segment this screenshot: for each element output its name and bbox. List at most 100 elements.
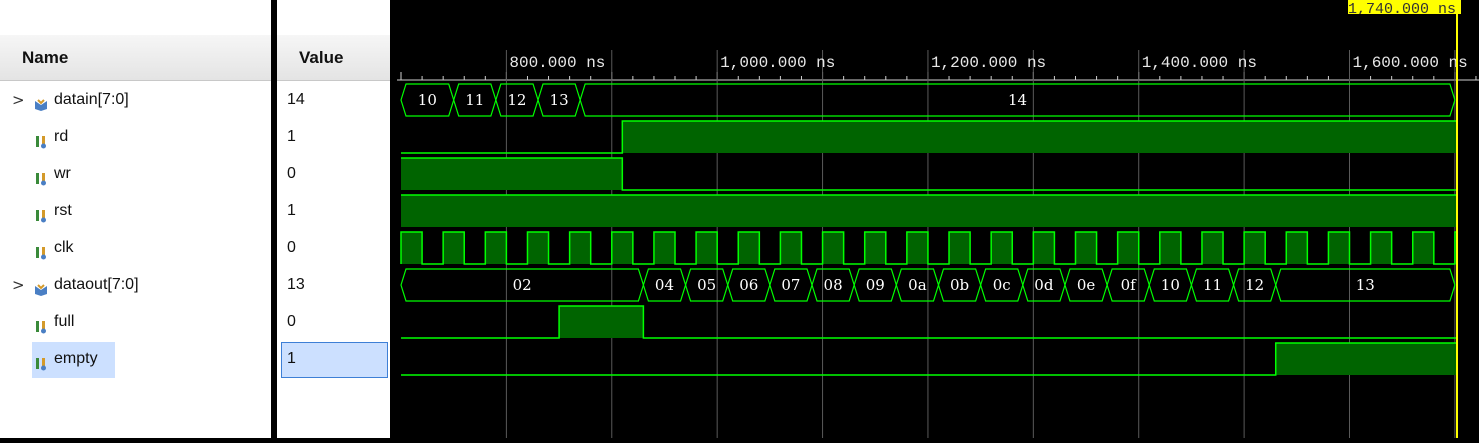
signal-value: 1 [287,128,296,145]
rst-high-fill [401,195,1457,227]
clk-high-fill [527,232,549,264]
value-column-header[interactable]: Value [277,35,390,81]
clk-high-fill [1117,232,1139,264]
datain-bus-value: 13 [550,91,569,109]
signal-name: empty [54,350,98,367]
clk-high-fill [1370,232,1392,264]
signal-value: 14 [287,91,305,108]
dataout-bus-value: 0c [993,276,1011,294]
clk-high-fill [780,232,802,264]
signal-icon [34,352,48,371]
signal-icon [34,241,48,260]
clk-high-fill [1075,232,1097,264]
signal-icon [34,167,48,186]
signal-value: 1 [287,202,296,219]
dataout-bus-value: 13 [1356,276,1375,294]
waveform-pane[interactable]: 800.000 ns 1,000.000 ns 1,200.000 ns 1,400.… [397,0,1479,438]
full-high-fill [559,306,644,338]
dataout-bus-value: 11 [1203,276,1222,294]
signal-value-row[interactable]: 1 [277,196,390,226]
signal-row-wr[interactable]: wr [0,159,271,189]
signal-value-row[interactable]: 0 [277,233,390,263]
clk-high-fill [906,232,928,264]
panel-splitter[interactable] [390,0,397,438]
dataout-bus-value: 09 [866,276,885,294]
clk-high-fill [569,232,591,264]
values-panel: Value 14 1 0 1 0 13 0 1 [277,0,390,438]
dataout-bus-value: 02 [513,276,532,294]
clk-high-fill [443,232,465,264]
signal-value: 13 [287,276,305,293]
time-tick-label: 1,400.000 ns [1142,54,1257,72]
datain-bus-value: 10 [418,91,437,109]
signal-name: wr [54,165,71,182]
waveform-canvas[interactable]: 800.000 ns 1,000.000 ns 1,200.000 ns 1,400.… [397,0,1479,438]
clk-high-fill [1201,232,1224,264]
dataout-bus-value: 0f [1121,276,1138,294]
signal-row-clk[interactable]: clk [0,233,271,263]
name-column-header[interactable]: Name [0,35,271,81]
clk-high-fill [611,232,633,264]
dataout-bus-value: 07 [781,276,800,294]
signal-row-rst[interactable]: rst [0,196,271,226]
time-tick-label: 1,000.000 ns [720,54,835,72]
clk-high-fill [1244,232,1266,264]
signal-name: rd [54,128,69,145]
time-tick-label: 800.000 ns [509,54,605,72]
signal-row-dataout[interactable]: > dataout[7:0] [0,270,271,300]
signal-row-full[interactable]: full [0,307,271,337]
clk-high-fill [1159,232,1181,264]
full-waveform [401,305,1457,339]
clk-high-fill [738,232,760,264]
signal-icon [34,204,48,223]
dataout-bus-value: 06 [739,276,758,294]
dataout-bus-value: 10 [1161,276,1180,294]
bus-icon [34,93,48,111]
expand-chevron-icon[interactable]: > [12,270,25,300]
signal-row-datain[interactable]: > datain[7:0] [0,85,271,115]
time-tick-label: 1,600.000 ns [1353,54,1468,72]
signal-name: datain[7:0] [54,91,129,108]
dataout-bus-value: 12 [1245,276,1264,294]
rd-high-fill [622,121,1457,153]
datain-bus-value: 11 [465,91,484,109]
signal-name: rst [54,202,72,219]
dataout-bus-value: 0a [908,276,927,294]
expand-chevron-icon[interactable]: > [12,85,25,115]
signal-value: 0 [287,313,296,330]
signal-icon [34,130,48,149]
signal-row-rd[interactable]: rd [0,122,271,152]
signal-value: 1 [287,350,296,367]
signal-name: clk [54,239,74,256]
signal-icon [34,315,48,334]
clk-high-fill [485,232,507,264]
clk-high-fill [696,232,718,264]
clk-high-fill [1412,232,1434,264]
clk-high-fill [864,232,886,264]
clk-high-fill [949,232,971,264]
dataout-bus-value: 04 [655,276,674,294]
signal-value-row[interactable]: 14 [277,85,390,115]
signal-row-empty[interactable]: empty [0,344,271,374]
dataout-bus-value: 08 [824,276,843,294]
clk-high-fill [1033,232,1055,264]
signal-value: 0 [287,165,296,182]
clk-high-fill [401,232,423,264]
clk-high-fill [653,232,676,264]
datain-bus-value: 12 [507,91,526,109]
time-tick-label: 1,200.000 ns [931,54,1046,72]
clk-high-fill [1328,232,1350,264]
dataout-bus-value: 0b [950,276,969,294]
dataout-bus-value: 0d [1034,276,1054,294]
signal-value-row[interactable]: 0 [277,159,390,189]
names-panel: Name > datain[7:0] rd wr rst clk > dataout[7:0]… [0,0,271,438]
wr-high-fill [401,158,623,190]
bus-icon [34,278,48,296]
signal-value-row[interactable]: 0 [277,307,390,337]
signal-value-row[interactable]: 13 [277,270,390,300]
dataout-bus-value: 0e [1077,276,1096,294]
clk-high-fill [1286,232,1308,264]
signal-value-row[interactable]: 1 [277,344,390,374]
signal-value-row[interactable]: 1 [277,122,390,152]
dataout-bus-value: 05 [697,276,716,294]
